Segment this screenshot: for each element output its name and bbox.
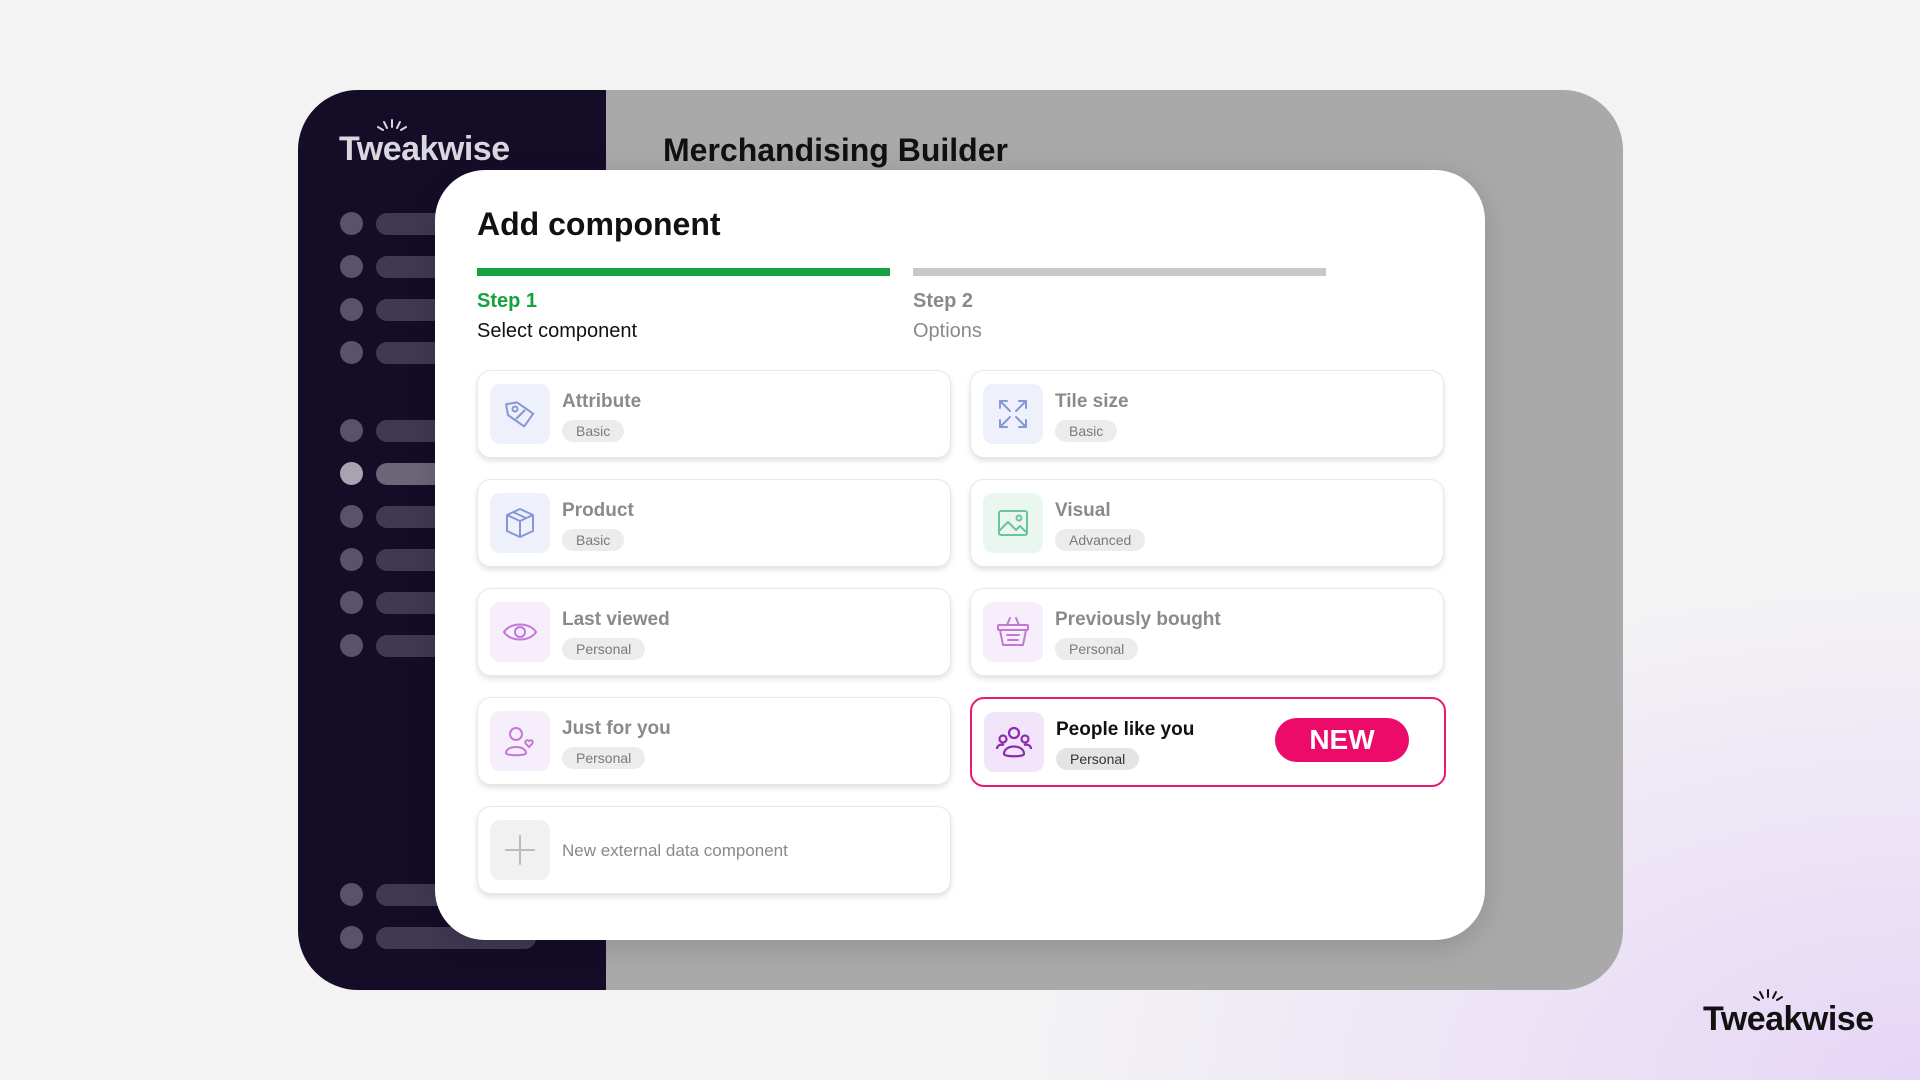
component-name: Just for you — [562, 718, 671, 739]
component-name: Visual — [1055, 500, 1111, 521]
component-badge: Advanced — [1055, 529, 1146, 551]
sidebar-item-dot — [340, 341, 363, 364]
users-group-icon — [984, 712, 1044, 772]
logo-rays-icon — [1753, 989, 1783, 1001]
component-badge: Personal — [1055, 638, 1139, 660]
component-name: Tile size — [1055, 391, 1129, 412]
external-component-label: New external data component — [562, 841, 788, 860]
sidebar-item-dot — [340, 634, 363, 657]
logo-rays-icon — [377, 119, 407, 131]
step-2-progress-bar — [913, 268, 1326, 276]
component-name: Previously bought — [1055, 609, 1221, 630]
brand-logo-text: Tweakwise — [1703, 1000, 1874, 1038]
step-2-label: Options — [913, 320, 982, 342]
component-badge: Basic — [562, 529, 625, 551]
app-logo-text: Tweakwise — [339, 130, 510, 168]
step-1-number: Step 1 — [477, 290, 538, 312]
plus-icon — [490, 820, 550, 880]
sidebar-item-dot — [340, 255, 363, 278]
basket-icon — [983, 602, 1043, 662]
component-card-visual[interactable]: Visual Advanced — [970, 479, 1444, 567]
component-badge: Personal — [562, 638, 646, 660]
component-card-previously-bought[interactable]: Previously bought Personal — [970, 588, 1444, 676]
component-card-product[interactable]: Product Basic — [477, 479, 951, 567]
sidebar-item-dot — [340, 883, 363, 906]
sidebar-item-dot — [340, 591, 363, 614]
component-name: Product — [562, 500, 634, 521]
add-component-modal: Add component Step 1 Select component St… — [435, 170, 1485, 940]
sidebar-item-dot — [340, 462, 363, 485]
component-name: Last viewed — [562, 609, 670, 630]
user-heart-icon — [490, 711, 550, 771]
sidebar-item-dot — [340, 505, 363, 528]
component-badge: Basic — [1055, 420, 1118, 442]
component-card-just-for-you[interactable]: Just for you Personal — [477, 697, 951, 785]
sidebar-item-dot — [340, 926, 363, 949]
step-1-progress-bar — [477, 268, 890, 276]
sidebar-item-dot — [340, 419, 363, 442]
modal-title: Add component — [477, 206, 721, 242]
step-2-number: Step 2 — [913, 290, 974, 312]
component-card-last-viewed[interactable]: Last viewed Personal — [477, 588, 951, 676]
component-badge: Basic — [562, 420, 625, 442]
component-name: Attribute — [562, 391, 642, 412]
eye-icon — [490, 602, 550, 662]
box-icon — [490, 493, 550, 553]
page-title: Merchandising Builder — [663, 132, 1008, 168]
image-icon — [983, 493, 1043, 553]
new-badge: NEW — [1275, 718, 1409, 762]
component-card-people-like-you[interactable]: People like you Personal NEW — [970, 697, 1446, 787]
tag-icon — [490, 384, 550, 444]
component-name: People like you — [1056, 719, 1195, 740]
component-badge: Personal — [1056, 748, 1140, 770]
component-card-attribute[interactable]: Attribute Basic — [477, 370, 951, 458]
step-1-label: Select component — [477, 320, 638, 342]
brand-logo: Tweakwise — [1703, 989, 1874, 1039]
app-logo: Tweakwise — [339, 119, 510, 169]
sidebar-item-dot — [340, 298, 363, 321]
expand-arrows-icon — [983, 384, 1043, 444]
component-badge: Personal — [562, 747, 646, 769]
sidebar-item-dot — [340, 548, 363, 571]
component-card-tile-size[interactable]: Tile size Basic — [970, 370, 1444, 458]
sidebar-item-dot — [340, 212, 363, 235]
new-external-data-component-card[interactable]: New external data component — [477, 806, 951, 894]
